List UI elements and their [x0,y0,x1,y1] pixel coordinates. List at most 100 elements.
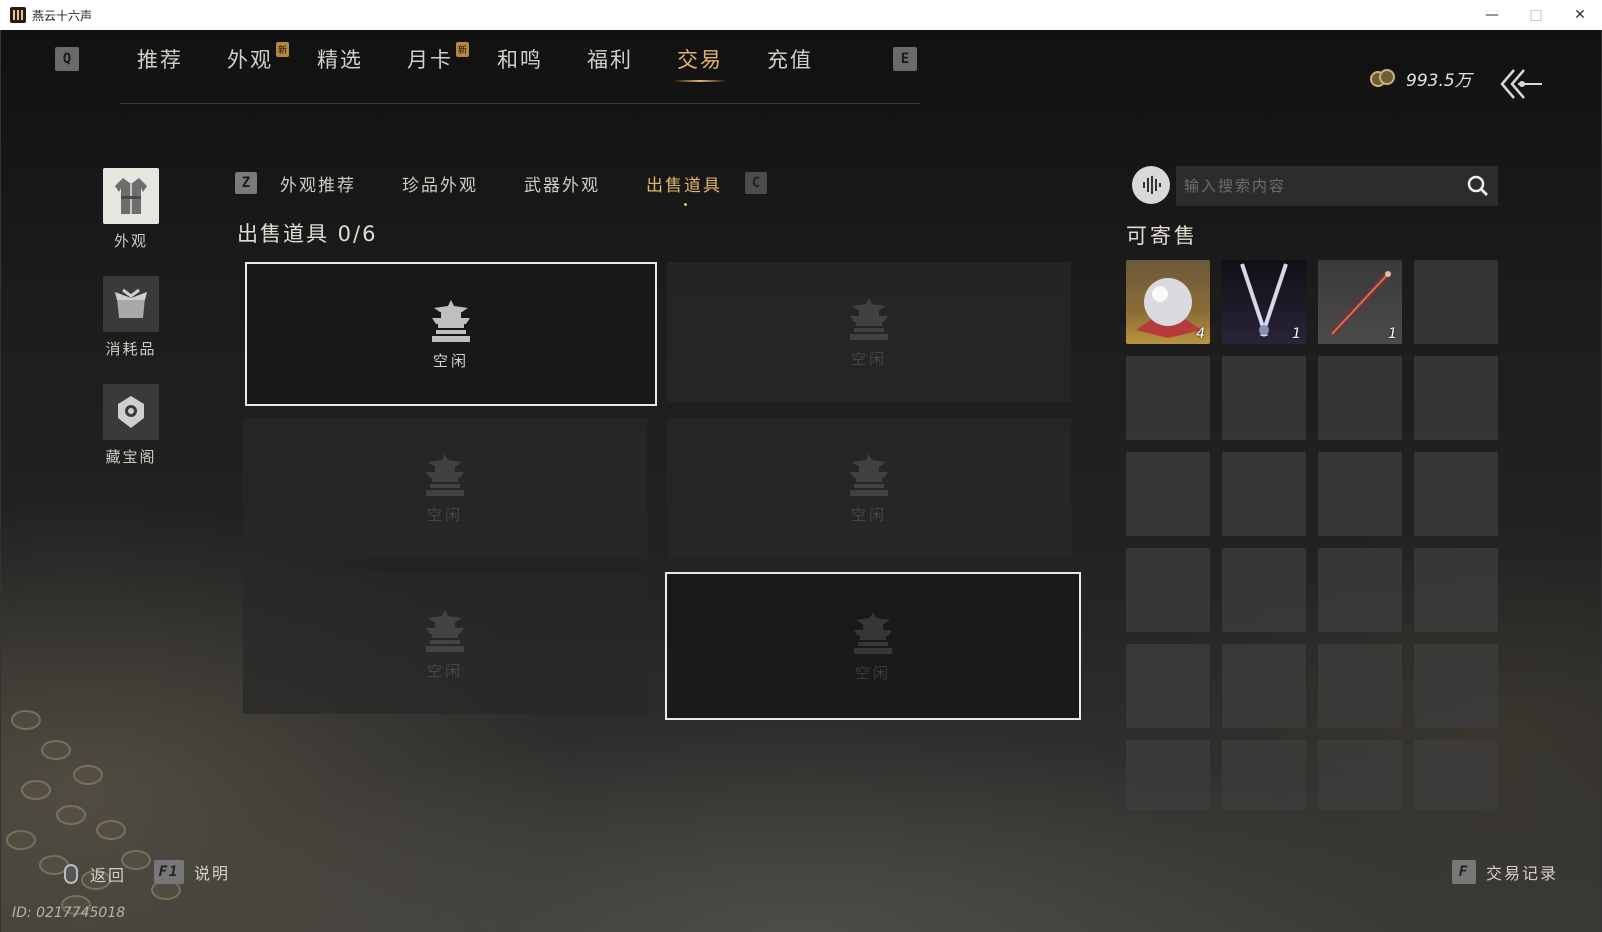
help-label: 说明 [194,864,231,883]
back-arrow-icon[interactable] [1498,66,1544,102]
package-icon [103,276,159,332]
item-count: 1 [1388,326,1397,342]
inventory-slot-empty[interactable] [1222,644,1306,728]
inventory-slot-empty[interactable] [1414,644,1498,728]
key-hint-c[interactable]: C [745,172,767,194]
pagoda-icon [432,299,470,342]
maximize-button[interactable]: □ [1514,0,1558,30]
sell-section-title: 出售道具 0/6 [237,222,378,246]
tab-recommend[interactable]: 推荐 [115,36,205,82]
inventory-slot-empty[interactable] [1414,452,1498,536]
currency-display: 993.5万 [1370,66,1472,91]
tab-harmony[interactable]: 和鸣 [475,36,565,82]
back-hint[interactable]: 返回 [64,862,126,886]
inventory-slot-empty[interactable] [1126,644,1210,728]
slot-label: 空闲 [426,505,463,524]
inventory-slot-empty[interactable] [1414,356,1498,440]
voice-search-button[interactable] [1132,166,1170,204]
tab-trade[interactable]: 交易 [655,36,745,82]
inventory-slot-empty[interactable] [1414,548,1498,632]
inventory-slot-empty[interactable] [1414,260,1498,344]
inventory-slot-empty[interactable] [1318,452,1402,536]
sell-slot-3[interactable]: 空闲 [243,418,647,558]
subtab-weapon-appearance[interactable]: 武器外观 [501,171,623,196]
inventory-slot-empty[interactable] [1222,356,1306,440]
treasure-pavilion-icon [103,384,159,440]
side-category-label: 藏宝阁 [105,448,157,466]
sell-slot-4[interactable]: 空闲 [667,418,1071,558]
inventory-item-twin-blades[interactable]: 1 [1222,260,1306,344]
currency-amount: 993.5万 [1406,71,1472,91]
nav-divider [120,103,920,104]
inventory-slot-empty[interactable] [1126,548,1210,632]
inventory-slot-empty[interactable] [1222,548,1306,632]
inventory-slot-empty[interactable] [1318,644,1402,728]
tab-appearance[interactable]: 外观新 [205,36,295,82]
pagoda-icon [854,611,892,654]
close-button[interactable]: ✕ [1558,0,1602,30]
pagoda-icon [850,453,888,496]
side-category-consumables[interactable]: 消耗品 [103,276,159,359]
inventory-item-flute[interactable]: 1 [1318,260,1402,344]
sub-nav: Z 外观推荐 珍品外观 武器外观 出售道具 C [235,166,767,206]
trade-record-label: 交易记录 [1486,864,1559,883]
sell-slot-6[interactable]: 空闲 [665,572,1081,720]
robe-icon [103,168,159,224]
inventory-slot-empty[interactable] [1222,740,1306,810]
player-id: ID: 0217745018 [12,905,126,921]
side-category-appearance[interactable]: 外观 [103,168,159,251]
mouse-right-click-icon [64,864,78,884]
sellable-inventory-grid: 4 1 1 [1126,260,1500,824]
subtab-sell-items[interactable]: 出售道具 [623,171,745,206]
search-bar [1176,166,1498,206]
inventory-item-pearl[interactable]: 4 [1126,260,1210,344]
side-category-label: 消耗品 [105,340,157,358]
tab-featured[interactable]: 精选 [295,36,385,82]
inventory-slot-empty[interactable] [1126,452,1210,536]
new-badge: 新 [455,42,469,57]
search-button[interactable] [1458,166,1498,206]
slot-label: 空闲 [850,505,887,524]
side-category-label: 外观 [113,232,148,250]
key-hint-f: F [1452,860,1476,884]
subtab-rare-appearance[interactable]: 珍品外观 [379,171,501,196]
trade-record-hint[interactable]: F 交易记录 [1452,860,1558,884]
inventory-slot-empty[interactable] [1126,356,1210,440]
slot-label: 空闲 [850,349,887,368]
side-category-treasure-pavilion[interactable]: 藏宝阁 [103,384,159,467]
sellable-title: 可寄售 [1126,224,1198,248]
app-icon [10,7,26,23]
window-title: 燕云十六声 [32,8,93,23]
coins-decoration [1,670,281,932]
help-hint[interactable]: F1 说明 [154,860,230,884]
inventory-slot-empty[interactable] [1222,452,1306,536]
key-hint-q[interactable]: Q [55,47,79,71]
sell-slot-1[interactable]: 空闲 [245,262,657,406]
tab-monthly-card[interactable]: 月卡新 [385,36,475,82]
tab-welfare[interactable]: 福利 [565,36,655,82]
inventory-slot-empty[interactable] [1414,740,1498,810]
search-input[interactable] [1176,166,1458,206]
inventory-slot-empty[interactable] [1126,740,1210,810]
back-label: 返回 [90,866,127,885]
slot-label: 空闲 [426,661,463,680]
sell-slot-2[interactable]: 空闲 [667,262,1071,402]
coin-purse-icon [1370,68,1396,89]
inventory-slot-empty[interactable] [1318,356,1402,440]
pagoda-icon [850,297,888,340]
item-count: 1 [1292,326,1301,342]
key-hint-e[interactable]: E [893,47,917,71]
window-titlebar: 燕云十六声 — □ ✕ [0,0,1602,30]
inventory-slot-empty[interactable] [1318,740,1402,810]
key-hint-z[interactable]: Z [235,172,257,194]
inventory-slot-empty[interactable] [1318,548,1402,632]
search-icon [1467,175,1488,196]
minimize-button[interactable]: — [1470,0,1514,30]
tab-recharge[interactable]: 充值 [745,36,835,82]
slot-label: 空闲 [854,663,891,682]
sell-slot-5[interactable]: 空闲 [243,574,647,714]
top-nav: Q 推荐 外观新 精选 月卡新 和鸣 福利 交易 充值 E [55,36,917,82]
item-count: 4 [1196,326,1205,342]
subtab-appearance-recommend[interactable]: 外观推荐 [257,171,379,196]
pagoda-icon [426,609,464,652]
